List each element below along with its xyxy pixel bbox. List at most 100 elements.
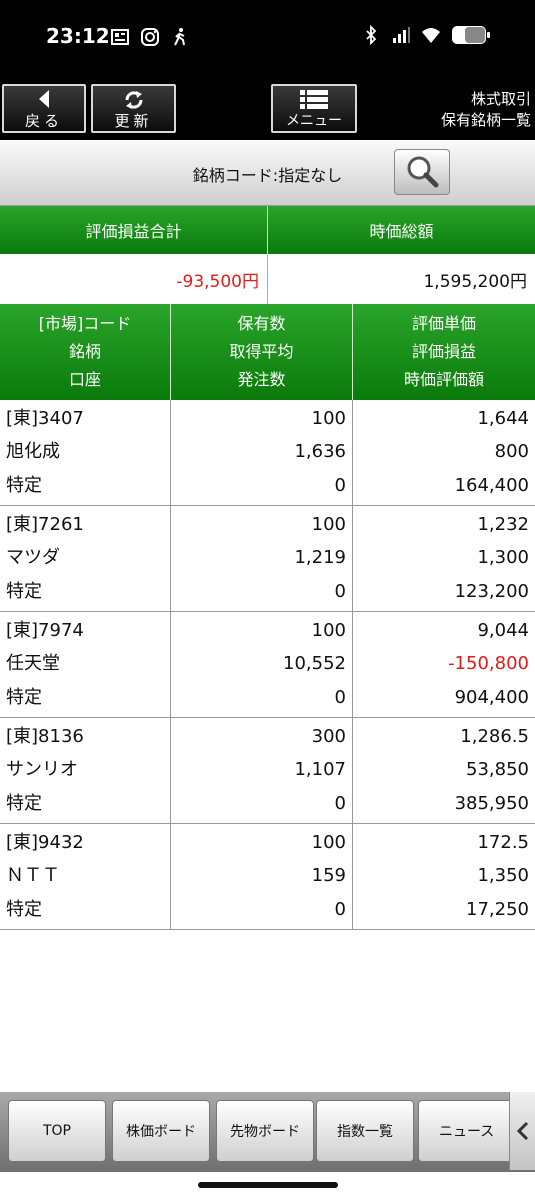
average-cost: 1,107 [294,759,346,781]
battery-icon [452,26,490,44]
row-quantity-cell: 100 1,219 0 [171,506,353,611]
average-cost: 1,636 [294,441,346,463]
tab-scroll-button[interactable] [509,1092,535,1170]
header-col-quantity: 保有数 取得平均 発注数 [171,304,353,400]
stock-name: サンリオ [6,759,78,781]
home-gesture-handle[interactable] [198,1182,338,1188]
summary-header: 評価損益合計 時価総額 [0,206,535,254]
account-type: 特定 [6,793,42,815]
summary-values: -93,500円 1,595,200円 [0,254,535,304]
row-code-cell: [東]7261 マツダ 特定 [0,506,171,611]
profit-loss: 53,850 [466,759,529,781]
account-type: 特定 [6,687,42,709]
holding-row[interactable]: [東]8136 サンリオ 特定 300 1,107 0 1,286.5 53,8… [0,718,535,824]
tab-news[interactable]: ニュース [418,1100,516,1162]
holdings-table-header: [市場]コード 銘柄 口座 保有数 取得平均 発注数 評価単価 評価損益 時価評… [0,304,535,400]
stock-name: マツダ [6,547,60,569]
tab-futures-board[interactable]: 先物ボード [216,1100,314,1162]
market-value: 164,400 [454,475,529,497]
total-pl-header: 評価損益合計 [0,206,268,254]
tab-top[interactable]: TOP [8,1100,106,1162]
quantity: 100 [311,407,346,429]
tab-stock-board[interactable]: 株価ボード [112,1100,210,1162]
quantity: 100 [311,831,346,853]
market-value-total: 1,595,200円 [423,271,527,292]
clock: 23:12 [46,24,110,48]
row-valuation-cell: 1,232 1,300 123,200 [353,506,535,611]
market-value-header: 時価総額 [369,222,434,241]
unit-price: 172.5 [477,831,529,853]
tab-index-list[interactable]: 指数一覧 [316,1100,414,1162]
row-valuation-cell: 1,286.5 53,850 385,950 [353,718,535,823]
bottom-tab-bar: TOP 株価ボード 先物ボード 指数一覧 ニュース [0,1092,535,1172]
profit-loss: 1,350 [477,865,529,887]
market-value: 123,200 [454,581,529,603]
header-col-valuation: 評価単価 評価損益 時価評価額 [353,304,535,400]
stock-code: [東]7261 [6,513,84,535]
menu-button[interactable]: メニュー [271,84,357,133]
header-unit-price: 評価単価 [411,314,476,333]
header-average-cost: 取得平均 [229,342,294,361]
header-market-value: 時価評価額 [403,370,484,389]
row-quantity-cell: 300 1,107 0 [171,718,353,823]
page-title: 株式取引 保有銘柄一覧 [441,89,531,131]
stock-code-filter-label: 銘柄コード:指定なし [192,166,343,185]
average-cost: 1,219 [294,547,346,569]
top-toolbar: 戻る 更新 メニュー 株式取引 保有銘柄一覧 [0,76,535,140]
row-valuation-cell: 172.5 1,350 17,250 [353,824,535,929]
stock-code: [東]3407 [6,407,84,429]
back-button[interactable]: 戻る [2,84,86,133]
order-count: 0 [334,581,346,603]
page-title-line2: 保有銘柄一覧 [440,111,531,129]
holding-row[interactable]: [東]7974 任天堂 特定 100 10,552 0 9,044 -150,8… [0,612,535,718]
row-code-cell: [東]9432 ＮＴＴ 特定 [0,824,171,929]
holding-row[interactable]: [東]9432 ＮＴＴ 特定 100 159 0 172.5 1,350 17,… [0,824,535,930]
header-pl: 評価損益 [411,342,476,361]
unit-price: 1,286.5 [460,725,529,747]
header-account: 口座 [68,370,101,389]
bluetooth-icon [366,25,377,45]
refresh-label: 更新 [114,112,153,130]
holding-row[interactable]: [東]3407 旭化成 特定 100 1,636 0 1,644 800 164… [0,400,535,506]
wifi-icon [422,28,440,43]
stock-code: [東]9432 [6,831,84,853]
refresh-button[interactable]: 更新 [91,84,176,133]
holding-row[interactable]: [東]7261 マツダ 特定 100 1,219 0 1,232 1,300 1… [0,506,535,612]
market-value: 385,950 [454,793,529,815]
row-quantity-cell: 100 10,552 0 [171,612,353,717]
total-pl-value: -93,500円 [0,254,268,304]
stock-name: ＮＴＴ [6,865,60,887]
row-code-cell: [東]3407 旭化成 特定 [0,400,171,505]
header-orders: 発注数 [237,370,286,389]
row-quantity-cell: 100 1,636 0 [171,400,353,505]
market-value: 17,250 [466,899,529,921]
chevron-left-icon [516,1121,528,1141]
news-icon [111,29,129,45]
stock-code: [東]8136 [6,725,84,747]
account-type: 特定 [6,899,42,921]
status-bar: 23:12 [0,0,535,76]
quantity: 100 [311,513,346,535]
system-nav-bar [0,1172,535,1200]
row-valuation-cell: 1,644 800 164,400 [353,400,535,505]
market-value: 904,400 [454,687,529,709]
average-cost: 159 [311,865,346,887]
unit-price: 1,644 [477,407,529,429]
unit-price: 1,232 [477,513,529,535]
order-count: 0 [334,687,346,709]
average-cost: 10,552 [283,653,346,675]
row-code-cell: [東]7974 任天堂 特定 [0,612,171,717]
refresh-icon [124,91,143,109]
list-menu-icon [300,90,328,109]
back-label: 戻る [24,112,63,130]
header-market-code: [市場]コード [38,314,132,333]
quantity: 300 [311,725,346,747]
quantity: 100 [311,619,346,641]
menu-label: メニュー [286,113,342,129]
walking-icon [174,28,185,46]
header-name: 銘柄 [68,342,101,361]
profit-loss: 1,300 [477,547,529,569]
search-button[interactable] [394,149,450,195]
row-code-cell: [東]8136 サンリオ 特定 [0,718,171,823]
profit-loss: 800 [494,441,529,463]
